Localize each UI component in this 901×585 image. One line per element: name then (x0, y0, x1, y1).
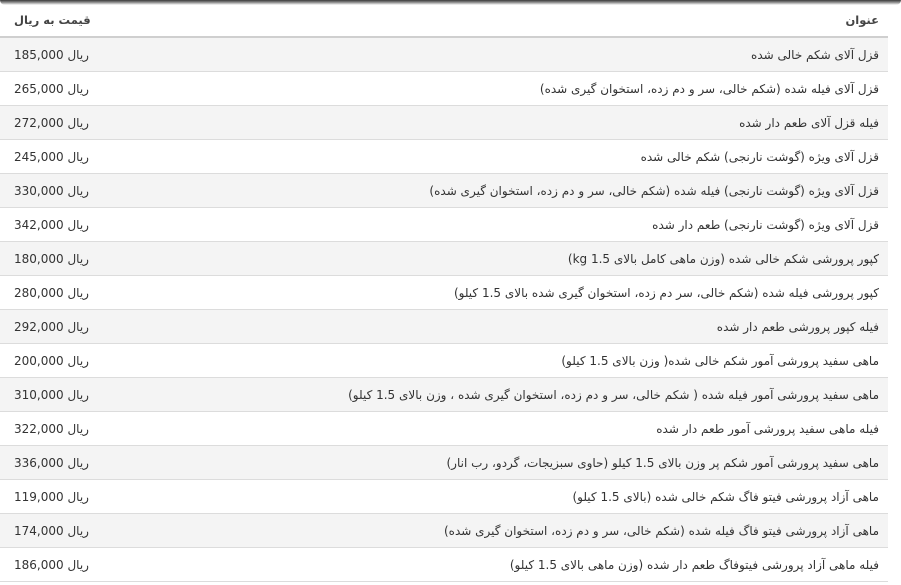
row-title: فیله ماهی سفید پرورشی آمور طعم دار شده (656, 421, 879, 436)
row-title: کپور پرورشی فیله شده (شکم خالی، سر دم زد… (453, 285, 879, 300)
table-row: 186,000 ریال فیله ماهی آزاد پرورشی فیتوفا… (0, 548, 888, 582)
row-price: 200,000 ریال (14, 353, 89, 368)
row-price: 280,000 ریال (14, 285, 89, 300)
row-title: فیله قزل آلای طعم دار شده (739, 115, 879, 130)
row-title: قزل آلای ویژه (گوشت نارنجی) شکم خالی شده (640, 149, 879, 164)
row-title: ماهی آزاد پرورشی فیتو فاگ فیله شده (شکم … (443, 523, 879, 538)
row-price: 185,000 ریال (14, 47, 89, 62)
row-price: 330,000 ریال (14, 183, 89, 198)
row-price: 342,000 ریال (14, 217, 89, 232)
row-price: 292,000 ریال (14, 319, 89, 334)
table-row: 200,000 ریال ماهی سفید پرورشی آمور شکم خا… (0, 344, 888, 378)
table-row: 292,000 ریال فیله کپور پرورشی طعم دار شده (0, 310, 888, 344)
row-price: 272,000 ریال (14, 115, 89, 130)
row-price: 245,000 ریال (14, 149, 89, 164)
table-row: 342,000 ریال قزل آلای ویژه (گوشت نارنجی) … (0, 208, 888, 242)
row-title: ماهی سفید پرورشی آمور شکم خالی شده( وزن … (561, 353, 879, 368)
table-row: 265,000 ریال قزل آلای فیله شده (شکم خالی،… (0, 72, 888, 106)
table-row: 336,000 ریال ماهی سفید پرورشی آمور شکم پر… (0, 446, 888, 480)
row-price: 310,000 ریال (14, 387, 89, 402)
row-title: قزل آلای شکم خالی شده (751, 47, 879, 62)
row-title: فیله کپور پرورشی طعم دار شده (716, 319, 879, 334)
row-title: ماهی سفید پرورشی آمور شکم پر وزن بالای 1… (446, 455, 880, 470)
table-body: 185,000 ریال قزل آلای شکم خالی شده 265,000… (0, 38, 888, 582)
row-price: 174,000 ریال (14, 523, 89, 538)
header-title: عنوان (845, 12, 879, 27)
row-title: فیله ماهی آزاد پرورشی فیتوفاگ طعم دار شد… (509, 557, 879, 572)
price-table: قیمت به ریال عنوان 185,000 ریال قزل آلای … (0, 3, 888, 582)
row-title: کپور پرورشی شکم خالی شده (وزن ماهی کامل … (567, 251, 879, 266)
table-row: 310,000 ریال ماهی سفید پرورشی آمور فیله ش… (0, 378, 888, 412)
table-header-row: قیمت به ریال عنوان (0, 3, 888, 38)
row-title: ماهی آزاد پرورشی فیتو فاگ شکم خالی شده (… (572, 489, 879, 504)
row-price: 180,000 ریال (14, 251, 89, 266)
row-price: 119,000 ریال (14, 489, 89, 504)
row-price: 336,000 ریال (14, 455, 89, 470)
table-row: 272,000 ریال فیله قزل آلای طعم دار شده (0, 106, 888, 140)
header-price: قیمت به ریال (14, 12, 91, 27)
row-title: قزل آلای ویژه (گوشت نارنجی) طعم دار شده (652, 217, 879, 232)
table-row: 174,000 ریال ماهی آزاد پرورشی فیتو فاگ فی… (0, 514, 888, 548)
row-price: 186,000 ریال (14, 557, 89, 572)
row-price: 265,000 ریال (14, 81, 89, 96)
row-title: ماهی سفید پرورشی آمور فیله شده ( شکم خال… (348, 387, 879, 402)
table-row: 322,000 ریال فیله ماهی سفید پرورشی آمور ط… (0, 412, 888, 446)
row-title: قزل آلای فیله شده (شکم خالی، سر و دم زده… (539, 81, 879, 96)
table-row: 245,000 ریال قزل آلای ویژه (گوشت نارنجی) … (0, 140, 888, 174)
table-row: 185,000 ریال قزل آلای شکم خالی شده (0, 38, 888, 72)
table-row: 180,000 ریال کپور پرورشی شکم خالی شده (وز… (0, 242, 888, 276)
table-row: 330,000 ریال قزل آلای ویژه (گوشت نارنجی) … (0, 174, 888, 208)
table-row: 119,000 ریال ماهی آزاد پرورشی فیتو فاگ شک… (0, 480, 888, 514)
table-row: 280,000 ریال کپور پرورشی فیله شده (شکم خا… (0, 276, 888, 310)
row-title: قزل آلای ویژه (گوشت نارنجی) فیله شده (شک… (429, 183, 879, 198)
row-price: 322,000 ریال (14, 421, 89, 436)
